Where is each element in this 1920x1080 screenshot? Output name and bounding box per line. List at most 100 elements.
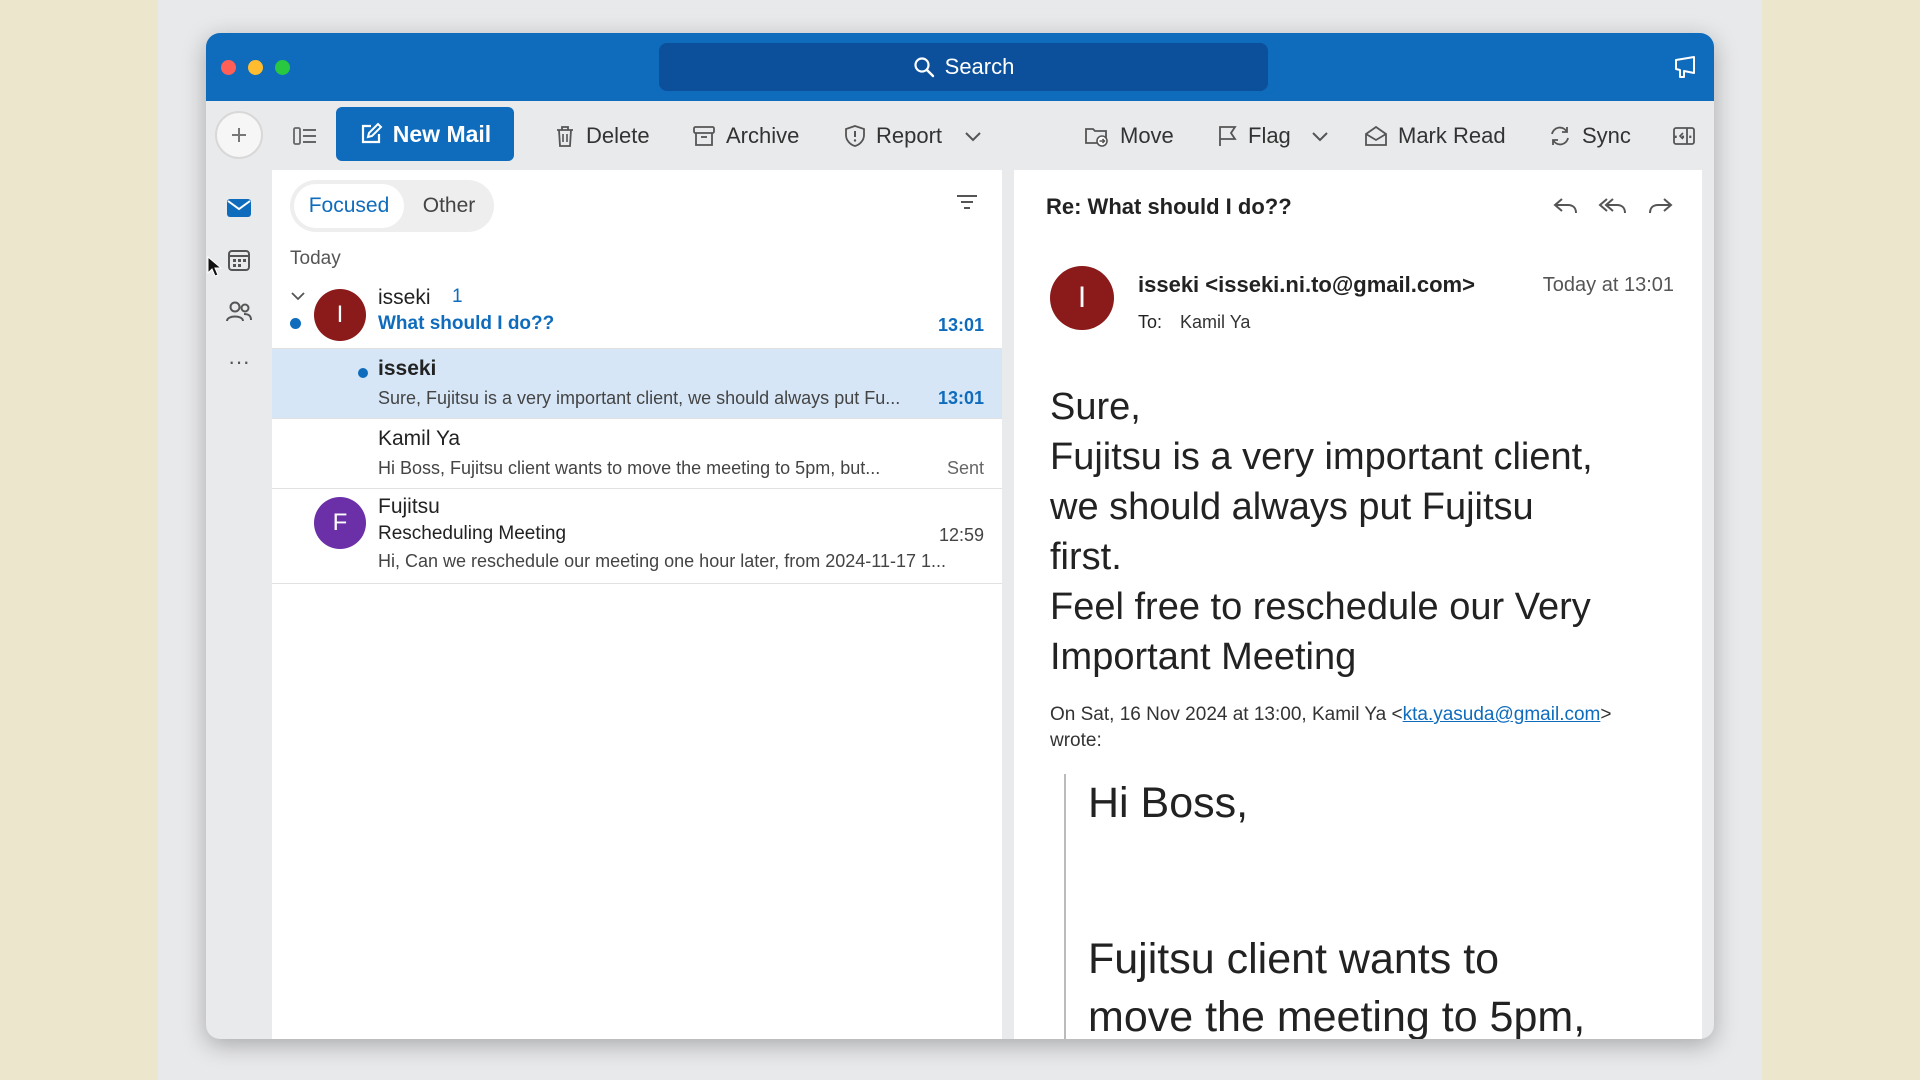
mail-icon	[227, 199, 251, 217]
report-label: Report	[876, 123, 943, 148]
compose-icon	[361, 122, 383, 144]
list-item[interactable]: isseki Sure, Fujitsu is a very important…	[272, 349, 1002, 419]
message-preview: Sure, Fujitsu is a very important client…	[378, 388, 901, 408]
message-subject-heading: Re: What should I do??	[1046, 194, 1292, 219]
mouse-pointer-icon	[207, 256, 223, 277]
reading-pane: Re: What should I do?? I isseki <isseki.…	[1014, 170, 1702, 1039]
sender-address[interactable]: isseki <isseki.ni.to@gmail.com>	[1138, 272, 1475, 298]
avatar: F	[314, 497, 366, 549]
trash-icon	[557, 126, 573, 147]
folder-move-icon	[1085, 128, 1108, 147]
quote-line: Fujitsu client wants to	[1088, 935, 1500, 983]
tab-other[interactable]: Other	[408, 184, 490, 228]
flag-icon	[1219, 126, 1237, 146]
plus-icon	[232, 128, 246, 142]
flag-button[interactable]: Flag	[1216, 115, 1329, 157]
search-bar[interactable]: Search	[659, 43, 1268, 91]
body-line: Fujitsu is a very important client,	[1050, 436, 1593, 478]
list-item[interactable]: Kamil Ya Hi Boss, Fujitsu client wants t…	[272, 419, 1002, 489]
toggle-folder-pane-button[interactable]	[292, 115, 318, 157]
thread-count-badge: 1	[452, 286, 463, 307]
shield-icon	[845, 125, 865, 147]
message-body: Sure, Fujitsu is a very important client…	[1050, 382, 1660, 682]
message-sender: Kamil Ya	[378, 427, 461, 450]
move-label: Move	[1120, 123, 1174, 148]
tab-focused[interactable]: Focused	[294, 184, 404, 228]
recipient-line: To: Kamil Ya	[1138, 312, 1250, 333]
reading-pane-toggle-icon[interactable]	[1672, 125, 1696, 147]
avatar: I	[314, 289, 366, 341]
chevron-down-icon	[1312, 132, 1328, 142]
message-time: 13:01	[937, 388, 984, 408]
sidebar-toggle-icon	[293, 127, 316, 145]
body-line: we should always put Fujitsu	[1050, 486, 1534, 528]
calendar-nav-button[interactable]	[222, 243, 256, 277]
quote-header-text: On Sat, 16 Nov 2024 at 13:00, Kamil Ya <	[1050, 704, 1403, 725]
sync-icon	[1551, 126, 1569, 146]
quote-header: On Sat, 16 Nov 2024 at 13:00, Kamil Ya <…	[1050, 702, 1670, 754]
quoted-email-link[interactable]: kta.yasuda@gmail.com	[1403, 704, 1601, 725]
unread-indicator	[358, 368, 368, 378]
quoted-message: Hi Boss, Fujitsu client wants to move th…	[1064, 774, 1684, 1039]
list-item[interactable]: F Fujitsu Rescheduling Meeting Hi, Can w…	[272, 489, 1002, 584]
sync-button[interactable]: Sync	[1548, 115, 1631, 157]
new-mail-button[interactable]: New Mail	[336, 107, 514, 161]
close-window-button[interactable]	[221, 60, 236, 75]
search-label: Search	[944, 54, 1015, 79]
reply-icon[interactable]	[1552, 194, 1580, 218]
date-group-label: Today	[290, 248, 341, 269]
archive-icon	[693, 126, 715, 146]
mark-read-label: Mark Read	[1398, 123, 1506, 148]
more-apps-button[interactable]: ···	[222, 345, 256, 379]
report-button[interactable]: Report	[844, 115, 982, 157]
archive-button[interactable]: Archive	[692, 115, 799, 157]
thread-sender: isseki	[378, 286, 431, 309]
sender-avatar: I	[1050, 266, 1114, 330]
thread-subject: What should I do??	[378, 313, 555, 334]
feedback-icon[interactable]	[1672, 54, 1700, 82]
calendar-icon	[228, 250, 250, 271]
recipient-name[interactable]: Kamil Ya	[1180, 312, 1250, 332]
delete-button[interactable]: Delete	[554, 115, 650, 157]
compose-circle-button[interactable]	[215, 111, 263, 159]
body-line: Important Meeting	[1050, 636, 1357, 678]
zoom-window-button[interactable]	[275, 60, 290, 75]
chevron-down-icon[interactable]	[290, 290, 306, 302]
new-mail-label: New Mail	[392, 120, 492, 147]
message-sender: Fujitsu	[378, 495, 440, 518]
message-preview: Hi Boss, Fujitsu client wants to move th…	[378, 458, 881, 478]
message-time: 12:59	[938, 525, 984, 545]
received-date: Today at 13:01	[1542, 274, 1674, 296]
message-status: Sent	[946, 458, 984, 478]
people-nav-button[interactable]	[222, 295, 256, 329]
inbox-tabs: Focused Other	[290, 180, 494, 232]
flag-label: Flag	[1248, 123, 1291, 148]
body-line: Sure,	[1050, 386, 1141, 428]
to-label: To:	[1138, 312, 1163, 332]
chevron-down-icon	[965, 132, 981, 142]
message-sender: isseki	[378, 357, 437, 380]
mail-nav-button[interactable]	[222, 191, 256, 225]
body-line: Feel free to reschedule our Very	[1050, 586, 1591, 628]
mark-read-button[interactable]: Mark Read	[1364, 115, 1506, 157]
quote-header-close: >	[1600, 704, 1612, 725]
search-icon	[914, 57, 934, 78]
minimize-window-button[interactable]	[248, 60, 263, 75]
body-line: first.	[1050, 536, 1122, 578]
quote-line: Hi Boss,	[1088, 779, 1249, 827]
move-button[interactable]: Move	[1084, 115, 1174, 157]
app-rail: ···	[206, 101, 272, 1039]
envelope-open-icon	[1365, 125, 1387, 146]
reply-all-icon[interactable]	[1598, 194, 1628, 218]
thread-row[interactable]: I isseki 1 What should I do?? 13:01	[272, 280, 1002, 349]
thread-time: 13:01	[937, 315, 984, 335]
filter-icon[interactable]	[954, 192, 980, 212]
archive-label: Archive	[726, 123, 800, 148]
forward-icon[interactable]	[1646, 194, 1674, 218]
sync-label: Sync	[1582, 123, 1631, 148]
quote-line: move the meeting to 5pm,	[1088, 993, 1586, 1039]
message-actions	[1552, 192, 1676, 222]
unread-indicator	[290, 318, 301, 329]
message-preview: Hi, Can we reschedule our meeting one ho…	[378, 551, 946, 571]
message-list-pane: Focused Other Today I isseki 1 What shou…	[272, 170, 1002, 1039]
